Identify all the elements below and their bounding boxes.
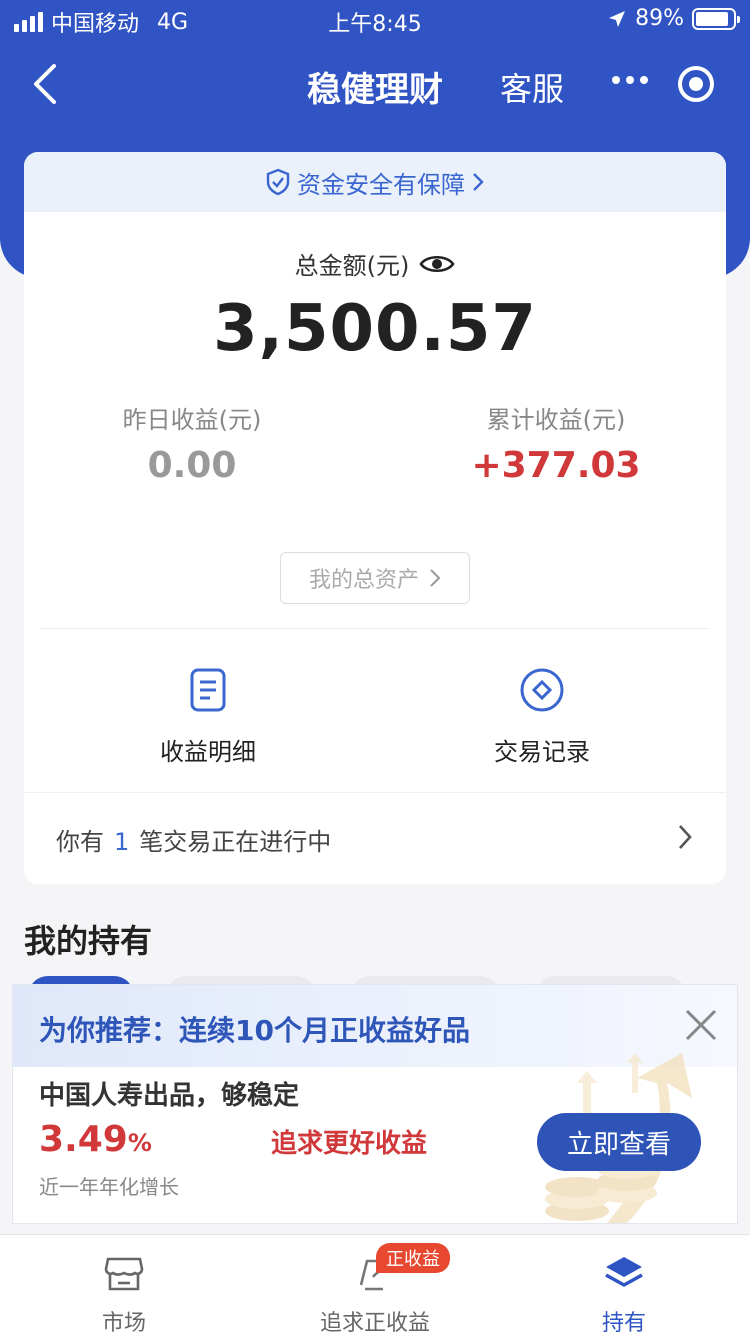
location-arrow-icon [609, 10, 626, 27]
document-icon [190, 668, 226, 712]
cumulative-earnings-label: 累计收益(元) [486, 406, 626, 434]
pending-suffix: 笔交易正在进行中 [139, 828, 332, 856]
annualized-rate: 3.49% [39, 1119, 152, 1160]
security-banner[interactable]: 资金安全有保障 [24, 152, 726, 212]
pending-count: 1 [114, 828, 130, 856]
battery-percent: 89% [635, 6, 684, 31]
holdings-title: 我的持有 [24, 922, 153, 960]
recommendation-subtitle: 中国人寿出品，够稳定 [39, 1081, 300, 1111]
view-now-button[interactable]: 立即查看 [537, 1113, 701, 1171]
positive-returns-badge: 正收益 [376, 1243, 450, 1273]
annualized-rate-unit: % [127, 1129, 152, 1157]
divider [24, 792, 726, 793]
chevron-right-icon [430, 569, 441, 587]
chevron-right-icon [679, 825, 692, 849]
recommendation-title: 为你推荐：连续10个月正收益好品 [39, 1014, 470, 1047]
pending-transactions-row[interactable]: 你有 1 笔交易正在进行中 [56, 822, 696, 857]
recommendation-slogan: 追求更好收益 [271, 1129, 428, 1159]
earnings-detail-button[interactable]: 收益明细 [78, 666, 338, 767]
annualized-rate-label: 近一年年化增长 [39, 1175, 179, 1199]
tab-holdings-label: 持有 [601, 1311, 646, 1334]
yesterday-earnings-label: 昨日收益(元) [122, 406, 262, 434]
pending-prefix: 你有 [56, 828, 104, 856]
total-assets-button[interactable]: 我的总资产 [280, 552, 470, 604]
shield-icon [266, 168, 290, 196]
store-icon [104, 1257, 144, 1291]
diamond-circle-icon [520, 668, 564, 712]
status-bar: 中国移动 4G 上午8:45 89% [0, 0, 750, 40]
annualized-rate-value: 3.49 [39, 1119, 128, 1160]
more-icon[interactable] [612, 76, 648, 84]
recommendation-popup[interactable]: 为你推荐：连续10个月正收益好品 中国人寿出品，够稳定 3.49% 近一年年化增… [12, 984, 738, 1224]
tab-holdings[interactable]: 持有 [534, 1251, 714, 1334]
cumulative-earnings: 累计收益(元) +377.03 [406, 400, 706, 486]
bottom-tab-bar: 市场 追求正收益 正收益 持有 [0, 1234, 750, 1334]
yesterday-earnings: 昨日收益(元) 0.00 [42, 400, 342, 486]
chevron-right-icon [473, 173, 484, 191]
layers-icon [605, 1257, 643, 1287]
total-amount-value: 3,500.57 [213, 292, 537, 366]
battery-icon [692, 7, 740, 30]
security-banner-label: 资金安全有保障 [297, 170, 465, 199]
total-amount-header: 总金额(元) [24, 246, 726, 281]
total-assets-label: 我的总资产 [308, 568, 419, 593]
tab-pursue-returns-label: 追求正收益 [319, 1311, 430, 1334]
close-miniapp-icon[interactable] [676, 64, 716, 104]
tab-market[interactable]: 市场 [34, 1251, 214, 1334]
yesterday-earnings-value: 0.00 [147, 445, 237, 486]
transaction-records-button[interactable]: 交易记录 [412, 666, 672, 767]
total-amount-label: 总金额(元) [294, 252, 410, 280]
tab-market-label: 市场 [101, 1311, 146, 1334]
earnings-detail-label: 收益明细 [160, 738, 256, 766]
transaction-records-label: 交易记录 [494, 738, 590, 766]
page-title: 稳健理财 [307, 70, 443, 110]
customer-service-button[interactable]: 客服 [500, 64, 564, 110]
nav-bar: 稳健理财 客服 [0, 48, 750, 120]
eye-icon[interactable] [419, 252, 455, 276]
cumulative-earnings-value: +377.03 [471, 445, 641, 486]
summary-card: 资金安全有保障 总金额(元) 3,500.57 昨日收益(元) 0.00 累计收… [24, 152, 726, 884]
close-icon[interactable] [681, 1005, 721, 1045]
divider [40, 628, 710, 629]
